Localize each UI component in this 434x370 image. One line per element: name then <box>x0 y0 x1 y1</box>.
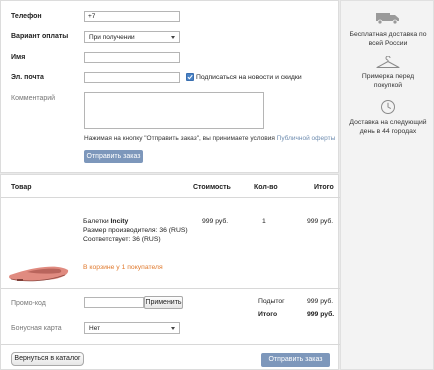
column-header-product: Товар <box>11 184 32 191</box>
terms-text-body: Нажимая на кнопку "Отправить заказ", вы … <box>84 135 275 142</box>
product-size: Размер производителя: 36 (RUS) <box>83 227 188 234</box>
comment-textarea[interactable] <box>84 92 264 129</box>
cart-panel: Товар Стоимость Кол-во Итого Балетки Inc… <box>0 174 340 370</box>
promo-label: Промо-код <box>11 300 46 307</box>
email-label: Эл. почта <box>11 74 44 81</box>
hanger-icon <box>376 56 400 68</box>
product-name[interactable]: Балетки Incity <box>83 218 128 225</box>
product-image[interactable] <box>7 258 71 284</box>
product-price: 999 руб. <box>202 218 229 225</box>
checkmark-icon <box>187 74 193 80</box>
submit-order-button[interactable]: Отправить заказ <box>261 353 330 367</box>
product-qty[interactable]: 1 <box>262 218 266 225</box>
product-name-prefix: Балетки <box>83 218 109 225</box>
total-label: Итого <box>258 311 278 318</box>
email-input[interactable] <box>84 72 180 83</box>
payment-label: Вариант оплаты <box>11 33 69 40</box>
back-to-catalog-button[interactable]: Вернуться в каталог <box>11 352 84 366</box>
bonus-card-select[interactable]: Нет <box>84 322 180 334</box>
table-row: Балетки Incity Размер производителя: 36 … <box>1 198 340 288</box>
sidebar-item-fitting: Примерка перед покупкой <box>361 73 415 89</box>
column-header-qty: Кол-во <box>254 184 278 191</box>
product-fit: Соответствует: 36 (RUS) <box>83 236 161 243</box>
column-header-total: Итого <box>314 184 334 191</box>
name-input[interactable] <box>84 52 180 63</box>
promo-code-input[interactable] <box>84 297 144 308</box>
chevron-down-icon <box>171 327 175 330</box>
clock-icon <box>381 100 395 114</box>
sidebar-item-next-day-delivery: Доставка на следующий день в 44 городах <box>349 119 427 135</box>
truck-icon <box>376 13 399 25</box>
name-label: Имя <box>11 54 26 61</box>
bonus-card-select-value: Нет <box>89 325 101 332</box>
footer-divider <box>1 344 340 345</box>
submit-order-button-top[interactable]: Отправить заказ <box>84 150 143 163</box>
comment-label: Комментарий <box>11 95 56 102</box>
product-cart-note: В корзине у 1 покупателя <box>83 264 163 271</box>
benefits-sidebar: Бесплатная доставка по всей России Приме… <box>340 0 434 370</box>
bonus-card-label: Бонусная карта <box>11 325 62 332</box>
product-brand: Incity <box>110 218 129 225</box>
apply-promo-button[interactable]: Применить <box>144 296 183 309</box>
public-offer-link[interactable]: Публичной оферты <box>277 135 336 142</box>
product-total: 999 руб. <box>307 218 334 225</box>
subtotal-label: Подытог <box>258 298 285 305</box>
sidebar-item-free-delivery: Бесплатная доставка по всей России <box>349 31 427 47</box>
order-form-panel: Телефон +7 Вариант оплаты При получении … <box>0 0 339 173</box>
subtotal-value: 999 руб. <box>307 298 334 305</box>
phone-input[interactable]: +7 <box>84 11 180 22</box>
phone-label: Телефон <box>11 13 42 20</box>
column-header-price: Стоимость <box>193 184 231 191</box>
terms-text: Нажимая на кнопку "Отправить заказ", вы … <box>84 135 335 142</box>
subscribe-checkbox[interactable] <box>186 73 194 81</box>
subscribe-label[interactable]: Подписаться на новости и скидки <box>196 74 302 81</box>
payment-select[interactable]: При получении <box>84 31 180 43</box>
chevron-down-icon <box>171 36 175 39</box>
total-value: 999 руб. <box>307 311 335 318</box>
payment-select-value: При получении <box>89 34 135 41</box>
row-divider <box>1 288 340 289</box>
